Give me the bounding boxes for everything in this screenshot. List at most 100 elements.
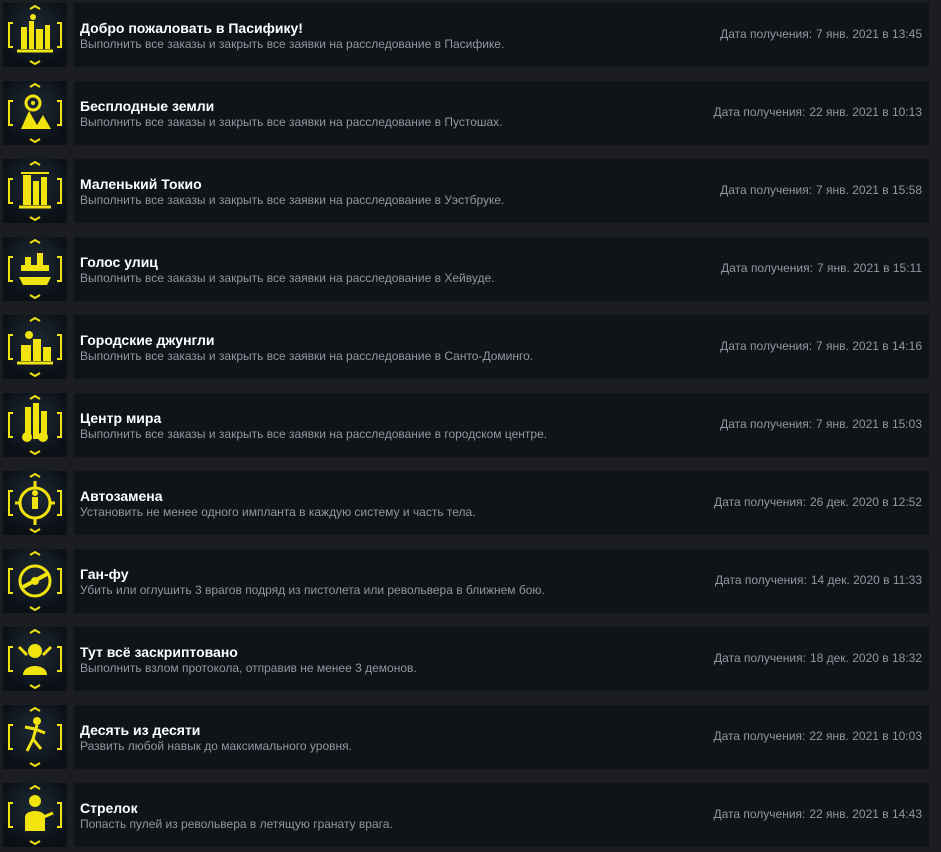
achievement-description: Выполнить все заказы и закрыть все заявк… (80, 115, 503, 129)
unlock-date: Дата получения: 7 янв. 2021 в 15:58 (720, 183, 922, 197)
achievement-row: Центр мира Выполнить все заказы и закрыт… (0, 393, 941, 459)
unlock-date-value: 26 дек. 2020 в 12:52 (809, 495, 922, 509)
badlands-district-icon (8, 82, 62, 144)
achievement-icon-frame (3, 549, 67, 613)
achievement-row: Ган-фу Убить или оглушить 3 врагов подря… (0, 549, 941, 615)
unlock-date-label: Дата получения: (713, 807, 806, 821)
unlock-date-value: 7 янв. 2021 в 13:45 (816, 27, 922, 41)
achievement-icon-frame (3, 393, 67, 457)
achievement-description: Установить не менее одного импланта в ка… (80, 505, 476, 519)
unlock-date-label: Дата получения: (720, 417, 813, 431)
achievement-title: Тут всё заскриптовано (80, 644, 238, 660)
unlock-date: Дата получения: 22 янв. 2021 в 10:03 (713, 729, 922, 743)
achievement-row: Городские джунгли Выполнить все заказы и… (0, 315, 941, 381)
santo-domingo-district-icon (8, 316, 62, 378)
unlock-date-label: Дата получения: (721, 261, 813, 275)
achievement-title: Центр мира (80, 410, 162, 426)
achievement-info-panel: Бесплодные земли Выполнить все заказы и … (74, 81, 929, 145)
unlock-date-value: 7 янв. 2021 в 15:03 (816, 417, 922, 431)
achievement-info-panel: Добро пожаловать в Пасифику! Выполнить в… (74, 3, 929, 67)
unlock-date: Дата получения: 14 дек. 2020 в 11:33 (715, 573, 922, 587)
achievement-icon-frame (3, 237, 67, 301)
achievement-info-panel: Центр мира Выполнить все заказы и закрыт… (74, 393, 929, 457)
achievement-info-panel: Маленький Токио Выполнить все заказы и з… (74, 159, 929, 223)
unlock-date-value: 14 дек. 2020 в 11:33 (810, 573, 922, 587)
unlock-date-value: 22 янв. 2021 в 10:13 (809, 105, 922, 119)
crosshair-icon (8, 550, 62, 612)
hacker-daemon-icon (8, 628, 62, 690)
achievement-row: Автозамена Установить не менее одного им… (0, 471, 941, 537)
gunslinger-icon (8, 784, 62, 846)
unlock-date-label: Дата получения: (720, 27, 813, 41)
unlock-date-label: Дата получения: (720, 183, 813, 197)
unlock-date: Дата получения: 26 дек. 2020 в 12:52 (714, 495, 922, 509)
achievement-description: Выполнить все заказы и закрыть все заявк… (80, 349, 534, 363)
unlock-date-value: 18 дек. 2020 в 18:32 (809, 651, 922, 665)
unlock-date: Дата получения: 7 янв. 2021 в 13:45 (720, 27, 922, 41)
unlock-date: Дата получения: 22 янв. 2021 в 14:43 (713, 807, 922, 821)
achievement-title: Стрелок (80, 800, 138, 816)
unlock-date-value: 7 янв. 2021 в 15:11 (816, 261, 922, 275)
achievement-description: Попасть пулей из револьвера в летящую гр… (80, 817, 393, 831)
achievements-list: Добро пожаловать в Пасифику! Выполнить в… (0, 3, 941, 852)
achievement-row: Стрелок Попасть пулей из револьвера в ле… (0, 783, 941, 849)
achievement-title: Голос улиц (80, 254, 158, 270)
achievement-title: Маленький Токио (80, 176, 202, 192)
westbrook-district-icon (8, 160, 62, 222)
unlock-date-label: Дата получения: (713, 105, 806, 119)
unlock-date: Дата получения: 7 янв. 2021 в 15:03 (720, 417, 922, 431)
cyberware-body-icon (8, 472, 62, 534)
achievement-info-panel: Городские джунгли Выполнить все заказы и… (74, 315, 929, 379)
unlock-date-label: Дата получения: (713, 729, 806, 743)
achievement-title: Городские джунгли (80, 332, 215, 348)
achievement-description: Выполнить все заказы и закрыть все заявк… (80, 193, 505, 207)
achievement-title: Бесплодные земли (80, 98, 215, 114)
achievement-description: Выполнить взлом протокола, отправив не м… (80, 661, 417, 675)
achievement-icon-frame (3, 783, 67, 847)
achievement-title: Добро пожаловать в Пасифику! (80, 20, 303, 36)
achievement-title: Автозамена (80, 488, 163, 504)
unlock-date-label: Дата получения: (714, 651, 806, 665)
unlock-date-value: 22 янв. 2021 в 14:43 (809, 807, 922, 821)
city-center-district-icon (8, 394, 62, 456)
achievement-row: Добро пожаловать в Пасифику! Выполнить в… (0, 3, 941, 69)
achievement-row: Тут всё заскриптовано Выполнить взлом пр… (0, 627, 941, 693)
achievement-info-panel: Десять из десяти Развить любой навык до … (74, 705, 929, 769)
unlock-date-label: Дата получения: (720, 339, 813, 353)
unlock-date-value: 7 янв. 2021 в 14:16 (816, 339, 922, 353)
unlock-date-value: 7 янв. 2021 в 15:58 (816, 183, 922, 197)
achievement-info-panel: Автозамена Установить не менее одного им… (74, 471, 929, 535)
unlock-date: Дата получения: 7 янв. 2021 в 15:11 (721, 261, 922, 275)
achievement-icon-frame (3, 627, 67, 691)
unlock-date-label: Дата получения: (714, 573, 807, 587)
achievement-row: Бесплодные земли Выполнить все заказы и … (0, 81, 941, 147)
achievement-info-panel: Стрелок Попасть пулей из револьвера в ле… (74, 783, 929, 847)
achievement-title: Десять из десяти (80, 722, 201, 738)
unlock-date: Дата получения: 22 янв. 2021 в 10:13 (713, 105, 922, 119)
achievement-icon-frame (3, 159, 67, 223)
achievement-row: Маленький Токио Выполнить все заказы и з… (0, 159, 941, 225)
unlock-date-label: Дата получения: (714, 495, 806, 509)
achievement-description: Убить или оглушить 3 врагов подряд из пи… (80, 583, 545, 597)
unlock-date-value: 22 янв. 2021 в 10:03 (809, 729, 922, 743)
achievement-row: Голос улиц Выполнить все заказы и закрыт… (0, 237, 941, 303)
skill-figure-icon (8, 706, 62, 768)
achievement-info-panel: Ган-фу Убить или оглушить 3 врагов подря… (74, 549, 929, 613)
achievement-description: Выполнить все заказы и закрыть все заявк… (80, 271, 495, 285)
achievement-icon-frame (3, 315, 67, 379)
achievement-row: Десять из десяти Развить любой навык до … (0, 705, 941, 771)
achievement-icon-frame (3, 3, 67, 67)
pacifica-district-icon (8, 4, 62, 66)
unlock-date: Дата получения: 18 дек. 2020 в 18:32 (714, 651, 922, 665)
achievement-description: Выполнить все заказы и закрыть все заявк… (80, 427, 548, 441)
unlock-date: Дата получения: 7 янв. 2021 в 14:16 (720, 339, 922, 353)
achievement-description: Развить любой навык до максимального уро… (80, 739, 352, 753)
heywood-district-icon (8, 238, 62, 300)
achievement-title: Ган-фу (80, 566, 129, 582)
achievement-icon-frame (3, 471, 67, 535)
achievement-info-panel: Голос улиц Выполнить все заказы и закрыт… (74, 237, 929, 301)
achievement-info-panel: Тут всё заскриптовано Выполнить взлом пр… (74, 627, 929, 691)
achievement-description: Выполнить все заказы и закрыть все заявк… (80, 37, 505, 51)
achievement-icon-frame (3, 705, 67, 769)
achievement-icon-frame (3, 81, 67, 145)
